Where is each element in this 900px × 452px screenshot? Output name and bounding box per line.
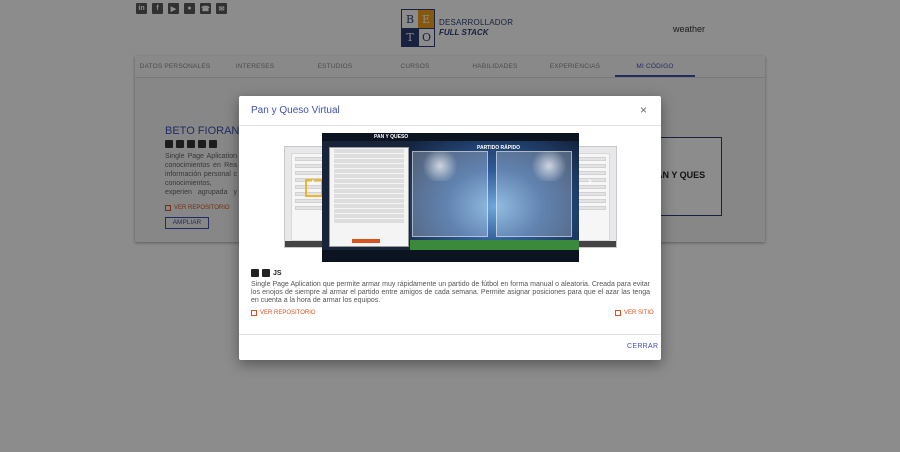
chevron-right-icon[interactable]: › — [584, 176, 596, 188]
screenshot-carousel: PAN Y QUESO PARTIDO RÁPIDO ‹ › — [284, 133, 617, 263]
slide-team-a — [412, 151, 488, 237]
slide-team-b — [496, 151, 572, 237]
close-button[interactable]: CERRAR — [627, 343, 658, 350]
modal-description: Single Page Aplication que permite armar… — [251, 281, 650, 304]
css3-icon — [262, 269, 270, 277]
slide-player-list — [329, 147, 409, 247]
html5-icon — [251, 269, 259, 277]
repo-link[interactable]: VER REPOSITORIO — [251, 310, 316, 316]
divider — [239, 125, 661, 126]
slide-logo: PAN Y QUESO — [374, 134, 409, 140]
divider — [239, 334, 661, 335]
chevron-left-icon[interactable]: ‹ — [307, 176, 319, 188]
js-label: JS — [273, 269, 282, 277]
site-link[interactable]: VER SITIO — [615, 310, 654, 316]
modal-title: Pan y Queso Virtual — [251, 105, 340, 116]
close-icon[interactable]: × — [640, 103, 647, 117]
tech-icons: JS — [251, 269, 282, 277]
repo-icon — [251, 310, 257, 316]
link-icon — [615, 310, 621, 316]
carousel-active-slide: PAN Y QUESO PARTIDO RÁPIDO — [322, 133, 579, 262]
project-modal: Pan y Queso Virtual × PAN Y QUESO PARTID… — [239, 96, 661, 360]
slide-stadium: PARTIDO RÁPIDO — [410, 141, 579, 250]
